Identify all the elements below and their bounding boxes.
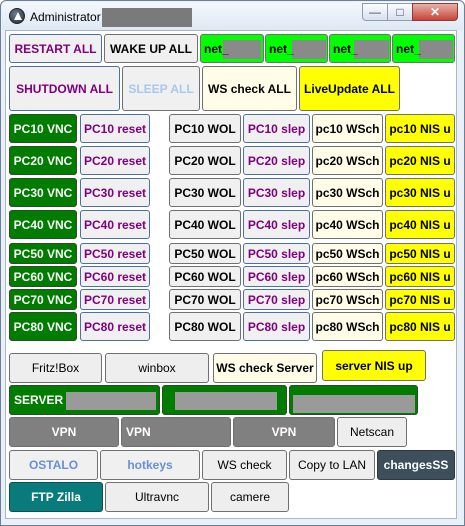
pc70-wol-button[interactable]: PC70 WOL: [169, 289, 241, 310]
title-bar[interactable]: Administrator — □ ✕: [2, 2, 463, 30]
net-button-2[interactable]: net_: [265, 34, 328, 63]
pc80-nis-u-button[interactable]: pc80 NIS u: [385, 312, 455, 341]
liveupdate-all-button[interactable]: LiveUpdate ALL: [299, 66, 400, 111]
wake-up-all-button[interactable]: WAKE UP ALL: [104, 34, 198, 63]
redacted-block: [354, 40, 389, 59]
pc30-slep-button[interactable]: PC30 slep: [243, 178, 310, 207]
pc30-reset-button[interactable]: PC30 reset: [80, 178, 150, 207]
pc40-slep-button[interactable]: PC40 slep: [243, 210, 310, 239]
hotkeys-button[interactable]: hotkeys: [100, 450, 200, 480]
pc30-nis-u-button[interactable]: pc30 NIS u: [385, 178, 455, 207]
pc20-nis-u-button[interactable]: pc20 NIS u: [385, 146, 455, 175]
server-button-3[interactable]: [289, 385, 418, 415]
pc80-wol-button[interactable]: PC80 WOL: [169, 312, 241, 341]
pc30-vnc-button[interactable]: PC30 VNC: [9, 178, 77, 207]
ws-check-server-button[interactable]: WS check Server: [213, 353, 317, 383]
redacted-block: [292, 40, 326, 59]
ostalo-button[interactable]: OSTALO: [9, 450, 98, 480]
server-button[interactable]: SERVER: [9, 385, 160, 415]
vpn-button-1[interactable]: VPN: [9, 417, 119, 447]
app-window: Administrator — □ ✕ RESTART ALL WAKE UP …: [0, 0, 465, 526]
server-button-label: SERVER: [14, 393, 64, 407]
pc20-wol-button[interactable]: PC20 WOL: [169, 146, 241, 175]
pc60-slep-button[interactable]: PC60 slep: [243, 266, 310, 287]
pc10-slep-button[interactable]: PC10 slep: [243, 114, 310, 143]
pc50-reset-button[interactable]: PC50 reset: [80, 243, 150, 264]
pc40-reset-button[interactable]: PC40 reset: [80, 210, 150, 239]
pc50-slep-button[interactable]: PC50 slep: [243, 243, 310, 264]
pc10-nis-u-button[interactable]: pc10 NIS u: [385, 114, 455, 143]
camere-button[interactable]: camere: [211, 482, 289, 512]
changess-button[interactable]: changesSS: [377, 450, 455, 480]
redacted-block: [66, 392, 156, 410]
pc50-wol-button[interactable]: PC50 WOL: [169, 243, 241, 264]
shutdown-all-button[interactable]: SHUTDOWN ALL: [9, 66, 120, 111]
pc40-nis-u-button[interactable]: pc40 NIS u: [385, 210, 455, 239]
ftp-zilla-button[interactable]: FTP Zilla: [9, 482, 103, 512]
pc60-nis-u-button[interactable]: pc60 NIS u: [385, 266, 455, 287]
net-button-2-label: net_: [269, 41, 294, 56]
pc70-reset-button[interactable]: PC70 reset: [80, 289, 150, 310]
server-button-2[interactable]: [162, 385, 287, 415]
net-button-1[interactable]: net_: [200, 34, 264, 63]
copy-to-lan-button[interactable]: Copy to LAN: [289, 450, 375, 480]
server-nis-up-button[interactable]: server NIS up: [322, 350, 426, 381]
pc20-slep-button[interactable]: PC20 slep: [243, 146, 310, 175]
pc20-wsch-button[interactable]: pc20 WSch: [312, 146, 383, 175]
pc50-vnc-button[interactable]: PC50 VNC: [9, 243, 77, 264]
ws-check-all-button[interactable]: WS check ALL: [202, 66, 297, 111]
close-button[interactable]: ✕: [412, 3, 458, 21]
pc60-wol-button[interactable]: PC60 WOL: [169, 266, 241, 287]
pc40-wsch-button[interactable]: pc40 WSch: [312, 210, 383, 239]
net-button-1-label: net_: [204, 41, 229, 56]
pc10-wsch-button[interactable]: pc10 WSch: [312, 114, 383, 143]
pc60-reset-button[interactable]: PC60 reset: [80, 266, 150, 287]
minimize-button[interactable]: —: [362, 3, 388, 21]
ws-check-button[interactable]: WS check: [202, 450, 287, 480]
pc70-vnc-button[interactable]: PC70 VNC: [9, 289, 77, 310]
pc70-nis-u-button[interactable]: pc70 NIS u: [385, 289, 455, 310]
pc50-wsch-button[interactable]: pc50 WSch: [312, 243, 383, 264]
pc80-wsch-button[interactable]: pc80 WSch: [312, 312, 383, 341]
pc80-reset-button[interactable]: PC80 reset: [80, 312, 150, 341]
pc10-vnc-button[interactable]: PC10 VNC: [9, 114, 77, 143]
pc10-reset-button[interactable]: PC10 reset: [80, 114, 150, 143]
vpn-button-3[interactable]: VPN: [233, 417, 335, 447]
winbox-button[interactable]: winbox: [105, 353, 209, 383]
pc70-slep-button[interactable]: PC70 slep: [243, 289, 310, 310]
client-area: RESTART ALL WAKE UP ALL net_ net_ net_ n…: [5, 30, 457, 519]
fritzbox-button[interactable]: Fritz!Box: [9, 353, 102, 383]
pc30-wsch-button[interactable]: pc30 WSch: [312, 178, 383, 207]
pc70-wsch-button[interactable]: pc70 WSch: [312, 289, 383, 310]
pc10-wol-button[interactable]: PC10 WOL: [169, 114, 241, 143]
pc50-nis-u-button[interactable]: pc50 NIS u: [385, 243, 455, 264]
pc60-vnc-button[interactable]: PC60 VNC: [9, 266, 77, 287]
redacted-block: [293, 395, 415, 413]
maximize-button[interactable]: □: [387, 3, 413, 21]
pc20-vnc-button[interactable]: PC20 VNC: [9, 146, 77, 175]
vpn-button-2[interactable]: VPN: [121, 417, 231, 447]
pc60-wsch-button[interactable]: pc60 WSch: [312, 266, 383, 287]
net-button-3[interactable]: net_: [329, 34, 391, 63]
net-button-3-label: net_: [333, 41, 358, 56]
pc80-slep-button[interactable]: PC80 slep: [243, 312, 310, 341]
pc40-vnc-button[interactable]: PC40 VNC: [9, 210, 77, 239]
sleep-all-button[interactable]: SLEEP ALL: [122, 66, 200, 111]
ultravnc-button[interactable]: Ultravnc: [105, 482, 209, 512]
window-title: Administrator: [30, 10, 101, 24]
pc80-vnc-button[interactable]: PC80 VNC: [9, 312, 77, 341]
redacted-title-block: [102, 8, 192, 27]
restart-all-button[interactable]: RESTART ALL: [9, 34, 102, 63]
net-button-4-label: net_: [396, 41, 421, 56]
netscan-button[interactable]: Netscan: [337, 417, 407, 447]
net-button-4[interactable]: net_: [392, 34, 455, 63]
app-icon: [9, 8, 25, 24]
pc30-wol-button[interactable]: PC30 WOL: [169, 178, 241, 207]
redacted-block: [419, 40, 453, 59]
pc20-reset-button[interactable]: PC20 reset: [80, 146, 150, 175]
pc40-wol-button[interactable]: PC40 WOL: [169, 210, 241, 239]
redacted-block: [175, 392, 277, 410]
